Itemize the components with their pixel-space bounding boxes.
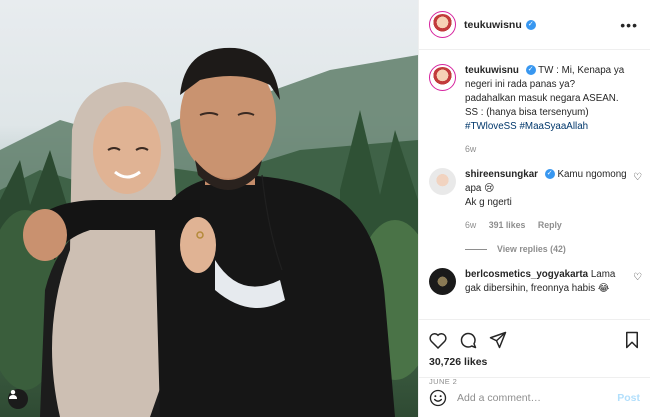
add-comment-bar: Post bbox=[419, 377, 650, 417]
likes-count[interactable]: 30,726 likes bbox=[429, 356, 640, 368]
action-icons-row bbox=[429, 326, 640, 354]
caption-text-line2: SS : (hanya bisa tersenyum) bbox=[465, 107, 589, 118]
view-replies-label: View replies (42) bbox=[497, 244, 566, 254]
commenter-avatar[interactable] bbox=[429, 168, 456, 195]
user-tag-icon bbox=[9, 390, 17, 399]
comment-meta: 6w 391 likes Reply bbox=[465, 218, 628, 232]
comment-item: shireensungkar ✓ Kamu ngomong apa 😢 Ak g… bbox=[429, 168, 642, 232]
tagged-users-icon[interactable] bbox=[8, 389, 28, 409]
reply-button[interactable]: Reply bbox=[538, 220, 562, 230]
hashtag-link[interactable]: #MaaSyaaAllah bbox=[519, 121, 588, 132]
comment-icon[interactable] bbox=[459, 331, 477, 349]
caption-meta: 6w bbox=[465, 142, 628, 156]
comment-input[interactable] bbox=[457, 391, 618, 404]
comments-section: teukuwisnu ✓ TW : Mi, Kenapa ya negeri i… bbox=[419, 50, 650, 319]
instagram-post: teukuwisnu ✓ ••• teukuwisnu ✓ TW : Mi, K… bbox=[0, 0, 650, 417]
author-avatar[interactable] bbox=[429, 11, 456, 38]
verified-badge-icon: ✓ bbox=[525, 65, 536, 76]
comment-text-line2: Ak g ngerti bbox=[465, 197, 512, 208]
post-side-panel: teukuwisnu ✓ ••• teukuwisnu ✓ TW : Mi, K… bbox=[418, 0, 650, 417]
comment-content: shireensungkar ✓ Kamu ngomong apa 😢 Ak g… bbox=[465, 168, 638, 232]
comment-username[interactable]: shireensungkar bbox=[465, 169, 538, 180]
comment-item: berlcosmetics_yogyakarta Lama gak dibers… bbox=[429, 268, 642, 296]
commenter-avatar[interactable] bbox=[429, 268, 456, 295]
hashtag-link[interactable]: #TWloveSS bbox=[465, 121, 517, 132]
comment-likes[interactable]: 391 likes bbox=[489, 220, 526, 230]
comment-username[interactable]: berlcosmetics_yogyakarta bbox=[465, 269, 588, 280]
view-replies-button[interactable]: View replies (42) bbox=[465, 244, 638, 254]
author-username[interactable]: teukuwisnu bbox=[464, 19, 522, 31]
share-icon[interactable] bbox=[489, 331, 507, 349]
caption: teukuwisnu ✓ TW : Mi, Kenapa ya negeri i… bbox=[429, 64, 638, 156]
emoji-icon[interactable] bbox=[429, 389, 447, 407]
comment-like-heart-icon[interactable]: ♡ bbox=[633, 172, 642, 183]
comment-timestamp[interactable]: 6w bbox=[465, 220, 476, 230]
verified-badge-icon: ✓ bbox=[544, 169, 555, 180]
heart-icon[interactable] bbox=[429, 332, 447, 349]
caption-avatar[interactable] bbox=[429, 64, 456, 91]
comment-content: berlcosmetics_yogyakarta Lama gak dibers… bbox=[465, 268, 638, 296]
verified-badge-icon: ✓ bbox=[525, 19, 536, 30]
more-options-icon[interactable]: ••• bbox=[620, 17, 638, 33]
post-photo[interactable] bbox=[0, 0, 418, 417]
caption-content: teukuwisnu ✓ TW : Mi, Kenapa ya negeri i… bbox=[465, 64, 638, 156]
caption-username[interactable]: teukuwisnu bbox=[465, 65, 519, 76]
couple-photo-illustration bbox=[0, 47, 418, 417]
bookmark-icon[interactable] bbox=[624, 331, 640, 349]
comment-like-heart-icon[interactable]: ♡ bbox=[633, 272, 642, 283]
replies-divider bbox=[465, 248, 487, 250]
post-comment-button[interactable]: Post bbox=[617, 392, 640, 404]
post-header: teukuwisnu ✓ ••• bbox=[419, 0, 650, 50]
caption-timestamp[interactable]: 6w bbox=[465, 144, 476, 154]
